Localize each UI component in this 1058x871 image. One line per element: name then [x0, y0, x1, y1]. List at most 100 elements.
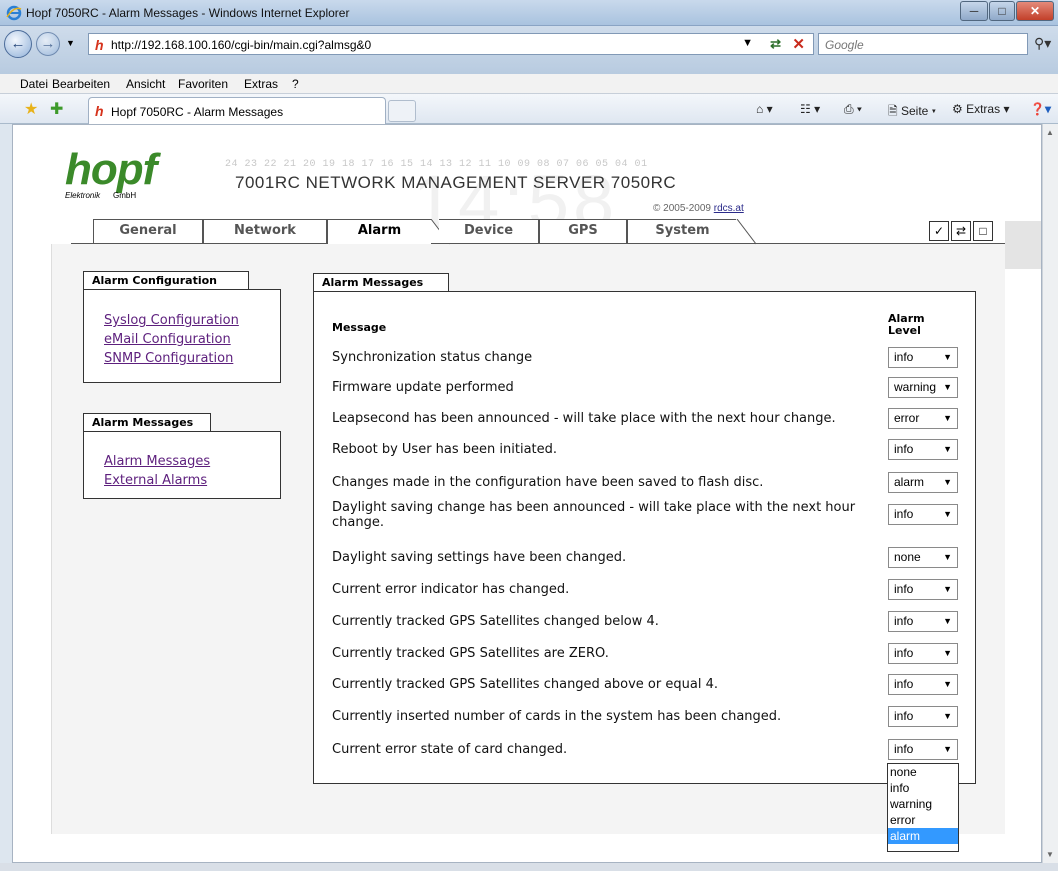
- alarm-level-value: error: [894, 411, 920, 425]
- favorites-bar: ★ ✚ h Hopf 7050RC - Alarm Messages ⌂ ▾ ☷…: [0, 94, 1058, 124]
- select-arrow-icon: ▼: [943, 616, 952, 626]
- favorites-star-icon[interactable]: ★: [24, 99, 38, 119]
- vertical-scrollbar[interactable]: ▲ ▼: [1042, 124, 1058, 863]
- close-button[interactable]: ✕: [1016, 1, 1054, 21]
- minimize-button[interactable]: ─: [960, 1, 988, 21]
- menu-datei[interactable]: Datei: [20, 77, 48, 91]
- alarm-message-text: Reboot by User has been initiated.: [332, 442, 558, 457]
- logo-text: hopf: [65, 145, 157, 194]
- tab-device[interactable]: Device: [439, 219, 539, 243]
- url-dropdown-icon[interactable]: ▼: [742, 37, 753, 49]
- email-configuration-link[interactable]: eMail Configuration: [104, 332, 231, 347]
- alarm-messages-panel: Message Alarm Level Synchronization stat…: [313, 291, 976, 784]
- select-arrow-icon: ▼: [943, 444, 952, 454]
- search-icon[interactable]: ⚲▾: [1034, 35, 1051, 52]
- search-placeholder: Google: [825, 38, 864, 52]
- swap-icon[interactable]: ⇄: [951, 221, 971, 241]
- stop-icon[interactable]: ✕: [792, 35, 805, 53]
- maximize-button[interactable]: □: [989, 1, 1015, 21]
- alarm-level-select[interactable]: error ▼: [888, 408, 958, 429]
- search-input[interactable]: Google: [818, 33, 1028, 55]
- alarm-level-select[interactable]: info ▼: [888, 439, 958, 460]
- tools-menu-button[interactable]: ⚙ Extras ▾: [952, 102, 1009, 116]
- alarm-level-select[interactable]: info ▼: [888, 739, 958, 760]
- back-button[interactable]: ←: [4, 30, 32, 58]
- window-title-bar: Hopf 7050RC - Alarm Messages - Windows I…: [0, 0, 1058, 26]
- select-arrow-icon: ▼: [943, 352, 952, 362]
- alarm-messages-link[interactable]: Alarm Messages: [104, 454, 210, 469]
- hopf-logo: hopf Elektronik GmbH: [65, 145, 185, 205]
- logo-sub2: GmbH: [113, 191, 137, 200]
- copyright-text: © 2005-2009: [653, 203, 711, 214]
- tab-system[interactable]: System: [627, 219, 737, 243]
- history-dropdown-icon[interactable]: ▼: [66, 38, 75, 48]
- alarm-level-value: info: [894, 350, 914, 364]
- external-alarms-link[interactable]: External Alarms: [104, 473, 207, 488]
- dropdown-option-warning[interactable]: warning: [888, 796, 958, 812]
- alarm-message-text: Daylight saving change has been announce…: [332, 500, 856, 530]
- document-icon[interactable]: □: [973, 221, 993, 241]
- menu-favoriten[interactable]: Favoriten: [178, 77, 228, 91]
- dropdown-option-none[interactable]: none: [888, 764, 958, 780]
- snmp-configuration-link[interactable]: SNMP Configuration: [104, 351, 233, 366]
- alarm-level-select[interactable]: info ▼: [888, 347, 958, 368]
- add-favorite-icon[interactable]: ✚: [50, 99, 63, 119]
- scroll-down-icon[interactable]: ▼: [1046, 850, 1054, 859]
- alarm-configuration-box: Syslog Configuration eMail Configuration…: [83, 289, 281, 383]
- alarm-level-value: alarm: [894, 475, 925, 489]
- alarm-level-value: none: [894, 550, 921, 564]
- alarm-level-value: info: [894, 742, 914, 756]
- logo-sub1: Elektronik: [65, 191, 101, 200]
- menu-extras[interactable]: Extras: [244, 77, 278, 91]
- alarm-message-text: Current error state of card changed.: [332, 742, 568, 757]
- right-decor-strip: [1005, 221, 1041, 269]
- dropdown-option-info[interactable]: info: [888, 780, 958, 796]
- home-icon[interactable]: ⌂ ▾: [756, 102, 773, 116]
- tab-alarm[interactable]: Alarm: [327, 219, 431, 244]
- dropdown-option-alarm[interactable]: alarm: [888, 828, 958, 844]
- header-icon-group: ✓ ⇄ □: [929, 221, 1003, 241]
- menu-help[interactable]: ?: [292, 77, 299, 91]
- alarm-level-select[interactable]: none ▼: [888, 547, 958, 568]
- level-dropdown-list[interactable]: none info warning error alarm: [887, 763, 959, 852]
- browser-tab[interactable]: h Hopf 7050RC - Alarm Messages: [88, 97, 386, 124]
- help-icon[interactable]: ❓▾: [1030, 102, 1051, 116]
- forward-button[interactable]: →: [36, 32, 60, 56]
- menu-ansicht[interactable]: Ansicht: [126, 77, 165, 91]
- select-arrow-icon: ▼: [943, 552, 952, 562]
- alarm-message-text: Currently tracked GPS Satellites changed…: [332, 614, 659, 629]
- alarm-level-select[interactable]: info ▼: [888, 643, 958, 664]
- alarm-level-select[interactable]: warning ▼: [888, 377, 958, 398]
- select-arrow-icon: ▼: [943, 648, 952, 658]
- alarm-level-value: info: [894, 442, 914, 456]
- message-column-header: Message: [332, 321, 387, 334]
- alarm-level-select[interactable]: info ▼: [888, 579, 958, 600]
- select-arrow-icon: ▼: [943, 679, 952, 689]
- alarm-message-text: Currently tracked GPS Satellites are ZER…: [332, 646, 609, 661]
- level-column-header-2: Level: [888, 324, 921, 337]
- page-menu-button[interactable]: 🗎 Seite ▾: [888, 102, 936, 123]
- tab-network[interactable]: Network: [203, 219, 327, 243]
- tab-gps[interactable]: GPS: [539, 219, 627, 243]
- tab-general[interactable]: General: [93, 219, 203, 243]
- syslog-configuration-link[interactable]: Syslog Configuration: [104, 313, 239, 328]
- alarm-level-select[interactable]: info ▼: [888, 674, 958, 695]
- new-tab-button[interactable]: [388, 100, 416, 122]
- copyright-link[interactable]: rdcs.at: [714, 203, 744, 214]
- check-icon[interactable]: ✓: [929, 221, 949, 241]
- copyright: © 2005-2009 rdcs.at: [653, 203, 744, 214]
- alarm-level-select[interactable]: info ▼: [888, 706, 958, 727]
- alarm-level-select[interactable]: info ▼: [888, 504, 958, 525]
- alarm-level-value: info: [894, 646, 914, 660]
- scroll-up-icon[interactable]: ▲: [1046, 128, 1054, 137]
- print-icon[interactable]: ⎙ ▾: [844, 102, 862, 117]
- menu-bearbeiten[interactable]: Bearbeiten: [52, 77, 110, 91]
- refresh-icon[interactable]: ⇄: [770, 36, 781, 52]
- alarm-level-value: info: [894, 582, 914, 596]
- dropdown-option-error[interactable]: error: [888, 812, 958, 828]
- address-field[interactable]: h http://192.168.100.160/cgi-bin/main.cg…: [88, 33, 814, 55]
- feeds-icon[interactable]: ☷ ▾: [800, 102, 820, 116]
- alarm-level-select[interactable]: info ▼: [888, 611, 958, 632]
- alarm-messages-box: Alarm Messages External Alarms: [83, 431, 281, 499]
- alarm-level-select[interactable]: alarm ▼: [888, 472, 958, 493]
